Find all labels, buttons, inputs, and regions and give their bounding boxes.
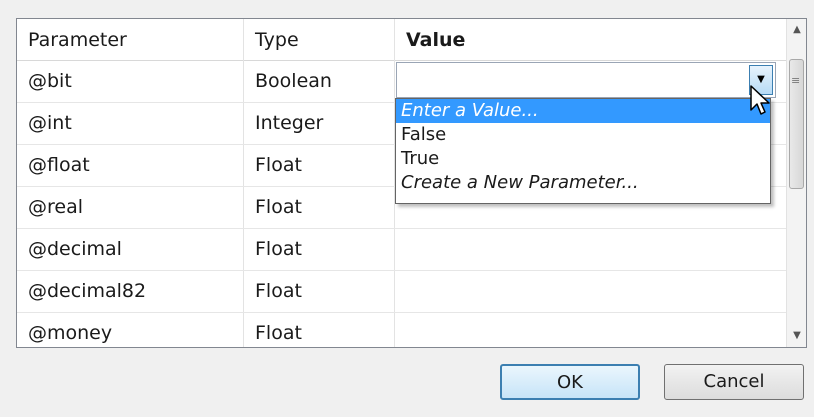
mouse-pointer-icon (750, 85, 770, 115)
type-cell: Integer (255, 112, 324, 134)
value-cell[interactable] (395, 313, 790, 347)
table-row[interactable]: @money Float (17, 313, 790, 347)
parameter-cell: @decimal82 (28, 280, 147, 302)
header-parameter[interactable]: Parameter (17, 19, 243, 61)
parameter-cell: @int (28, 112, 72, 134)
cancel-button[interactable]: Cancel (664, 364, 804, 400)
scroll-up-arrow-icon[interactable]: ▲ (787, 19, 806, 41)
parameter-cell: @real (28, 196, 84, 218)
scroll-down-arrow-icon[interactable]: ▼ (787, 325, 806, 347)
table-row[interactable]: @decimal82 Float (17, 271, 790, 313)
type-cell: Float (255, 154, 302, 176)
option-false[interactable]: False (396, 123, 770, 147)
value-cell[interactable] (395, 271, 790, 313)
parameter-cell: @bit (28, 70, 72, 92)
option-enter-value[interactable]: Enter a Value... (396, 99, 770, 123)
vertical-scrollbar[interactable]: ▲ ≡ ▼ (786, 19, 806, 347)
ok-button[interactable]: OK (500, 364, 640, 400)
type-cell: Float (255, 280, 302, 302)
type-cell: Float (255, 322, 302, 344)
option-create-parameter[interactable]: Create a New Parameter... (396, 171, 770, 195)
type-cell: Float (255, 196, 302, 218)
value-dropdown-list: Enter a Value... False True Create a New… (395, 98, 771, 204)
parameter-cell: @money (28, 322, 113, 344)
value-combobox[interactable]: ▼ (396, 62, 776, 98)
parameter-cell: @decimal (28, 238, 122, 260)
type-cell: Float (255, 238, 302, 260)
option-true[interactable]: True (396, 147, 770, 171)
parameter-cell: @float (28, 154, 90, 176)
scrollbar-grip-icon: ≡ (791, 74, 801, 87)
header-value[interactable]: Value (395, 19, 790, 61)
table-row[interactable]: @decimal Float (17, 229, 790, 271)
value-cell[interactable] (395, 229, 790, 271)
header-type[interactable]: Type (244, 19, 394, 61)
type-cell: Boolean (255, 70, 332, 92)
